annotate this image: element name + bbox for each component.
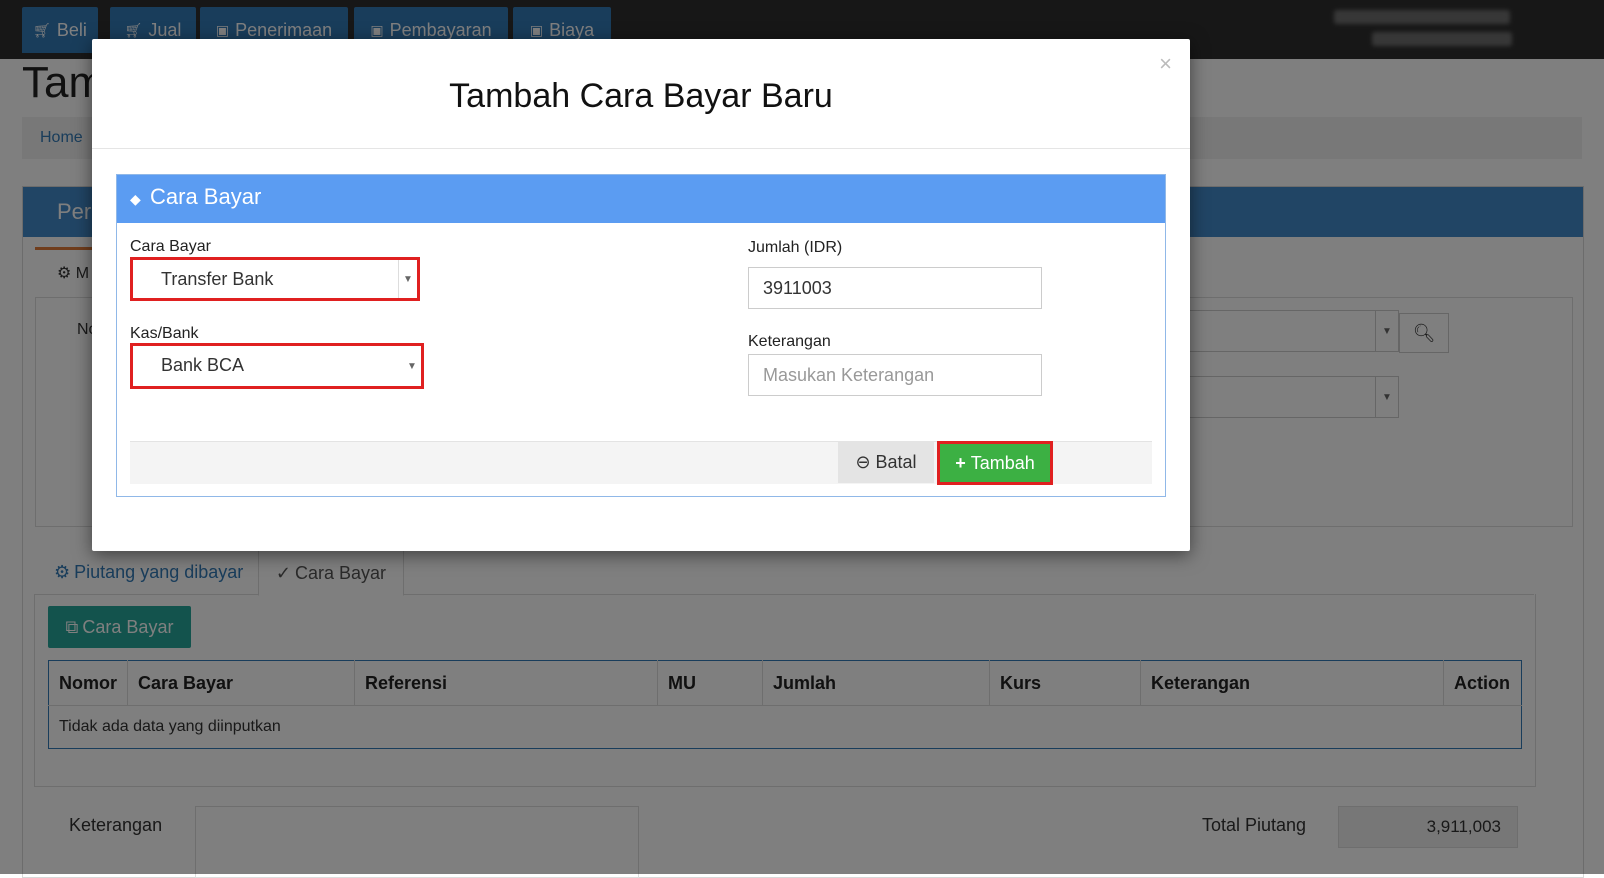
tag-icon: ◆ xyxy=(130,191,141,207)
close-icon[interactable]: × xyxy=(1159,51,1172,77)
kas-bank-label: Kas/Bank xyxy=(130,325,199,342)
cara-bayar-form-panel: ◆ Cara Bayar Cara Bayar Transfer Bank ▼ … xyxy=(116,174,1166,497)
jumlah-input[interactable] xyxy=(748,267,1042,309)
cara-bayar-label: Cara Bayar xyxy=(130,238,211,255)
cara-bayar-select[interactable]: Transfer Bank ▼ xyxy=(130,257,420,301)
kas-bank-select[interactable]: Bank BCA ▼ xyxy=(130,343,424,389)
tambah-button[interactable]: + Tambah xyxy=(937,441,1053,485)
form-panel-title: Cara Bayar xyxy=(150,184,262,209)
jumlah-label: Jumlah (IDR) xyxy=(748,239,843,256)
keterangan-label: Keterangan xyxy=(748,333,831,350)
form-panel-header: ◆ Cara Bayar xyxy=(117,175,1165,223)
chevron-down-icon: ▼ xyxy=(398,260,417,298)
chevron-down-icon: ▼ xyxy=(407,360,417,372)
cara-bayar-value: Transfer Bank xyxy=(161,269,274,289)
arrow-left-circle-icon: ⊖ xyxy=(855,451,871,472)
kas-bank-value: Bank BCA xyxy=(161,355,245,375)
modal-divider xyxy=(92,148,1190,149)
batal-button[interactable]: ⊖ Batal xyxy=(838,441,934,483)
add-payment-modal: × Tambah Cara Bayar Baru ◆ Cara Bayar Ca… xyxy=(92,39,1190,551)
plus-icon: + xyxy=(955,452,966,473)
keterangan-input[interactable] xyxy=(748,354,1042,396)
modal-title: Tambah Cara Bayar Baru xyxy=(449,77,833,115)
